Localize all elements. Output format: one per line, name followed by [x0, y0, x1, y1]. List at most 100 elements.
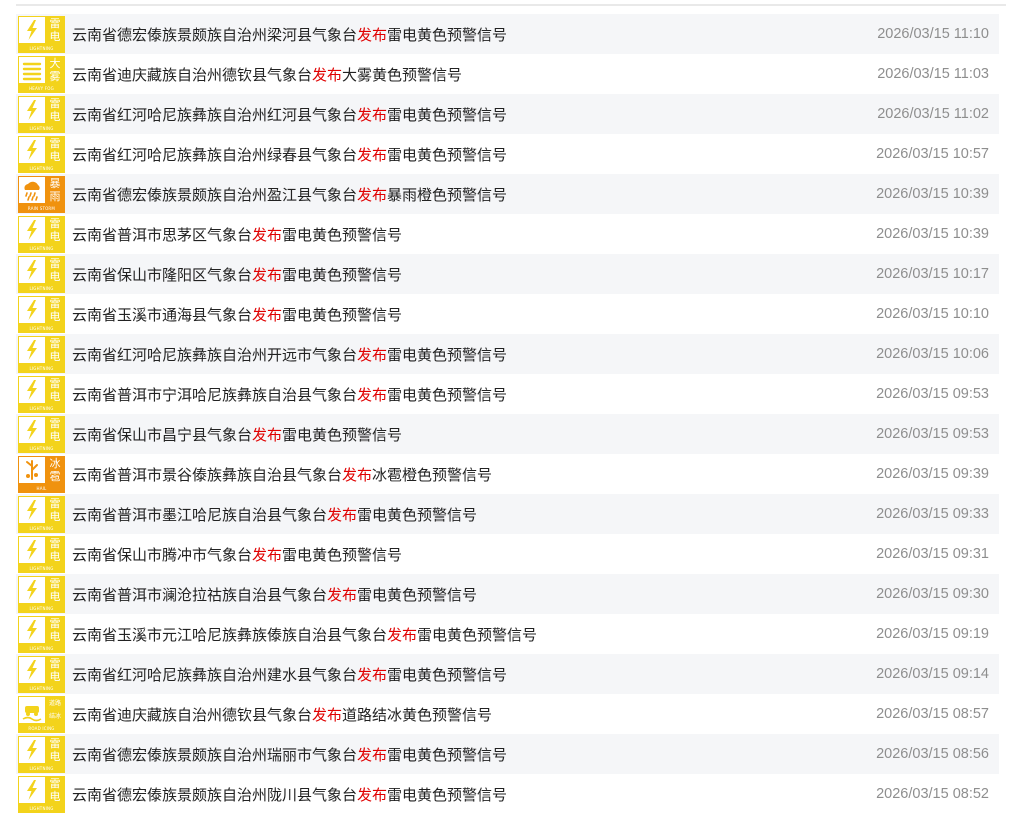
warning-title-link[interactable]: 云南省迪庆藏族自治州德钦县气象台发布道路结冰黄色预警信号 — [72, 704, 492, 725]
issue-verb: 发布 — [357, 665, 388, 684]
issue-verb: 发布 — [342, 465, 373, 484]
warning-row[interactable]: 雷电 LIGHTNING 云南省保山市昌宁县气象台发布雷电黄色预警信号 2026/03… — [16, 414, 999, 454]
warning-type-badge: 雷电 LIGHTNING — [18, 575, 65, 613]
warning-row[interactable]: 雷电 LIGHTNING 云南省玉溪市通海县气象台发布雷电黄色预警信号 2026/03… — [16, 294, 999, 334]
warning-title-link[interactable]: 云南省普洱市宁洱哈尼族彝族自治县气象台发布雷电黄色预警信号 — [72, 384, 507, 405]
issuer-text: 云南省保山市隆阳区气象台 — [72, 265, 253, 284]
warning-title-link[interactable]: 云南省迪庆藏族自治州德钦县气象台发布大雾黄色预警信号 — [72, 64, 462, 85]
warning-title-link[interactable]: 云南省德宏傣族景颇族自治州盈江县气象台发布暴雨橙色预警信号 — [72, 184, 507, 205]
warning-title-link[interactable]: 云南省普洱市思茅区气象台发布雷电黄色预警信号 — [72, 224, 402, 245]
warning-title-link[interactable]: 云南省玉溪市通海县气象台发布雷电黄色预警信号 — [72, 304, 402, 325]
badge-character: 雹 — [49, 469, 61, 483]
lightning-icon — [19, 616, 45, 643]
signal-name: 雷电黄色预警信号 — [357, 585, 478, 604]
warning-title-link[interactable]: 云南省德宏傣族景颇族自治州梁河县气象台发布雷电黄色预警信号 — [72, 24, 507, 45]
warning-row[interactable]: 暴雨 RAIN STORM 云南省德宏傣族景颇族自治州盈江县气象台发布暴雨橙色预警信… — [16, 174, 999, 214]
warning-title-link[interactable]: 云南省普洱市澜沧拉祜族自治县气象台发布雷电黄色预警信号 — [72, 584, 477, 605]
badge-character: 雷 — [49, 16, 61, 30]
warning-row[interactable]: 雷电 LIGHTNING 云南省红河哈尼族彝族自治州建水县气象台发布雷电黄色预警信号… — [16, 654, 999, 694]
issue-verb: 发布 — [252, 225, 283, 244]
badge-character: 电 — [49, 789, 61, 803]
warning-type-badge: 雷电 LIGHTNING — [18, 375, 65, 413]
warning-row[interactable]: 雷电 LIGHTNING 云南省普洱市宁洱哈尼族彝族自治县气象台发布雷电黄色预警信号… — [16, 374, 999, 414]
badge-caption: LIGHTNING — [29, 565, 54, 571]
warning-type-badge: 道路 结冰 ROAD ICING — [18, 695, 65, 733]
issue-timestamp: 2026/03/15 11:02 — [877, 106, 989, 122]
issuer-text: 云南省红河哈尼族彝族自治州绿春县气象台 — [72, 145, 358, 164]
issuer-text: 云南省德宏傣族景颇族自治州瑞丽市气象台 — [72, 745, 358, 764]
badge-character: 大 — [49, 56, 61, 70]
warning-title-link[interactable]: 云南省德宏傣族景颇族自治州瑞丽市气象台发布雷电黄色预警信号 — [72, 744, 507, 765]
badge-caption: LIGHTNING — [29, 805, 54, 811]
warning-row[interactable]: 道路 结冰 ROAD ICING 云南省迪庆藏族自治州德钦县气象台发布道路结冰黄色预警… — [16, 694, 999, 734]
warning-row[interactable]: 雷电 LIGHTNING 云南省红河哈尼族彝族自治州红河县气象台发布雷电黄色预警信号… — [16, 94, 999, 134]
issuer-text: 云南省保山市腾冲市气象台 — [72, 545, 253, 564]
warning-row[interactable]: 雷电 LIGHTNING 云南省普洱市思茅区气象台发布雷电黄色预警信号 2026/03… — [16, 214, 999, 254]
issue-verb: 发布 — [357, 185, 388, 204]
badge-characters: 暴雨 — [46, 177, 64, 203]
badge-characters: 雷电 — [46, 617, 64, 643]
badge-characters: 雷电 — [46, 537, 64, 563]
warning-title-link[interactable]: 云南省红河哈尼族彝族自治州建水县气象台发布雷电黄色预警信号 — [72, 664, 507, 685]
warning-title-link[interactable]: 云南省德宏傣族景颇族自治州陇川县气象台发布雷电黄色预警信号 — [72, 784, 507, 805]
warning-row[interactable]: 大雾 HEAVY FOG 云南省迪庆藏族自治州德钦县气象台发布大雾黄色预警信号 202… — [16, 54, 999, 94]
warning-title-link[interactable]: 云南省普洱市墨江哈尼族自治县气象台发布雷电黄色预警信号 — [72, 504, 477, 525]
warning-type-badge: 雷电 LIGHTNING — [18, 255, 65, 293]
warning-row[interactable]: 冰雹 HAIL 云南省普洱市景谷傣族彝族自治县气象台发布冰雹橙色预警信号 2026/0… — [16, 454, 999, 494]
warning-type-badge: 雷电 LIGHTNING — [18, 615, 65, 653]
warning-row[interactable]: 雷电 LIGHTNING 云南省德宏傣族景颇族自治州梁河县气象台发布雷电黄色预警信号… — [16, 14, 999, 54]
warning-title-link[interactable]: 云南省玉溪市元江哈尼族彝族傣族自治县气象台发布雷电黄色预警信号 — [72, 624, 537, 645]
warning-type-badge: 冰雹 HAIL — [18, 455, 65, 493]
issuer-text: 云南省德宏傣族景颇族自治州陇川县气象台 — [72, 785, 358, 804]
badge-character: 雾 — [49, 69, 61, 83]
issuer-text: 云南省红河哈尼族彝族自治州红河县气象台 — [72, 105, 358, 124]
badge-characters: 雷电 — [46, 337, 64, 363]
badge-character: 电 — [49, 349, 61, 363]
badge-character: 雷 — [49, 616, 61, 630]
badge-character: 雷 — [49, 656, 61, 670]
issuer-text: 云南省保山市昌宁县气象台 — [72, 425, 253, 444]
warning-row[interactable]: 雷电 LIGHTNING 云南省红河哈尼族彝族自治州开远市气象台发布雷电黄色预警信号… — [16, 334, 999, 374]
rainstorm-icon — [19, 176, 45, 203]
warning-type-badge: 雷电 LIGHTNING — [18, 335, 65, 373]
issue-timestamp: 2026/03/15 11:03 — [877, 66, 989, 82]
issue-verb: 发布 — [252, 545, 283, 564]
issuer-text: 云南省红河哈尼族彝族自治州建水县气象台 — [72, 665, 358, 684]
badge-character: 雷 — [49, 336, 61, 350]
badge-character: 雷 — [49, 376, 61, 390]
warning-type-badge: 大雾 HEAVY FOG — [18, 55, 65, 93]
lightning-icon — [19, 656, 45, 683]
warning-title-link[interactable]: 云南省普洱市景谷傣族彝族自治县气象台发布冰雹橙色预警信号 — [72, 464, 492, 485]
badge-caption: LIGHTNING — [29, 445, 54, 451]
badge-character: 雷 — [49, 416, 61, 430]
badge-character: 雷 — [49, 296, 61, 310]
signal-name: 雷电黄色预警信号 — [282, 225, 403, 244]
badge-characters: 雷电 — [46, 417, 64, 443]
issue-timestamp: 2026/03/15 11:10 — [877, 26, 989, 42]
lightning-icon — [19, 256, 45, 283]
issue-timestamp: 2026/03/15 08:57 — [876, 706, 989, 722]
warning-row[interactable]: 雷电 LIGHTNING 云南省普洱市澜沧拉祜族自治县气象台发布雷电黄色预警信号 20… — [16, 574, 999, 614]
warning-row[interactable]: 雷电 LIGHTNING 云南省保山市腾冲市气象台发布雷电黄色预警信号 2026/03… — [16, 534, 999, 574]
warning-title-link[interactable]: 云南省红河哈尼族彝族自治州红河县气象台发布雷电黄色预警信号 — [72, 104, 507, 125]
warning-row[interactable]: 雷电 LIGHTNING 云南省红河哈尼族彝族自治州绿春县气象台发布雷电黄色预警信号… — [16, 134, 999, 174]
warning-row[interactable]: 雷电 LIGHTNING 云南省保山市隆阳区气象台发布雷电黄色预警信号 2026/03… — [16, 254, 999, 294]
warning-row[interactable]: 雷电 LIGHTNING 云南省德宏傣族景颇族自治州陇川县气象台发布雷电黄色预警信号… — [16, 774, 999, 814]
signal-name: 雷电黄色预警信号 — [387, 785, 508, 804]
badge-characters: 雷电 — [46, 657, 64, 683]
warning-title-link[interactable]: 云南省保山市腾冲市气象台发布雷电黄色预警信号 — [72, 544, 402, 565]
issuer-text: 云南省德宏傣族景颇族自治州盈江县气象台 — [72, 185, 358, 204]
warning-row[interactable]: 雷电 LIGHTNING 云南省玉溪市元江哈尼族彝族傣族自治县气象台发布雷电黄色预警… — [16, 614, 999, 654]
signal-name: 雷电黄色预警信号 — [282, 545, 403, 564]
issue-timestamp: 2026/03/15 09:53 — [876, 386, 989, 402]
warning-list: 雷电 LIGHTNING 云南省德宏傣族景颇族自治州梁河县气象台发布雷电黄色预警信号… — [16, 14, 999, 814]
warning-row[interactable]: 雷电 LIGHTNING 云南省普洱市墨江哈尼族自治县气象台发布雷电黄色预警信号 20… — [16, 494, 999, 534]
warning-row[interactable]: 雷电 LIGHTNING 云南省德宏傣族景颇族自治州瑞丽市气象台发布雷电黄色预警信号… — [16, 734, 999, 774]
warning-title-link[interactable]: 云南省保山市隆阳区气象台发布雷电黄色预警信号 — [72, 264, 402, 285]
issue-timestamp: 2026/03/15 09:33 — [876, 506, 989, 522]
lightning-icon — [19, 336, 45, 363]
badge-characters: 雷电 — [46, 97, 64, 123]
warning-title-link[interactable]: 云南省保山市昌宁县气象台发布雷电黄色预警信号 — [72, 424, 402, 445]
warning-title-link[interactable]: 云南省红河哈尼族彝族自治州绿春县气象台发布雷电黄色预警信号 — [72, 144, 507, 165]
warning-title-link[interactable]: 云南省红河哈尼族彝族自治州开远市气象台发布雷电黄色预警信号 — [72, 344, 507, 365]
